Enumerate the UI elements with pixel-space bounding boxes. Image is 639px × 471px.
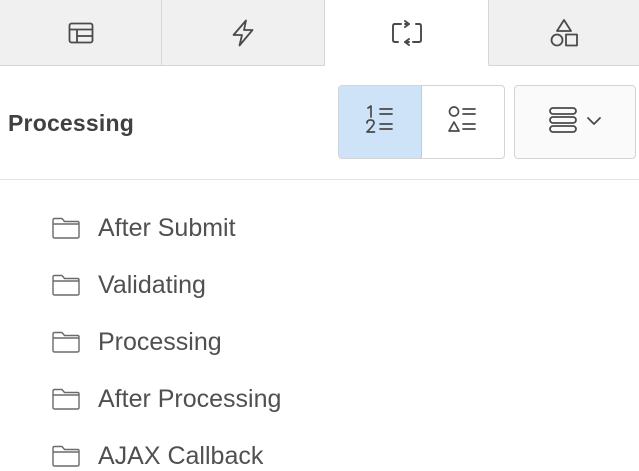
tree-node-label: After Submit xyxy=(98,213,236,242)
tab-layout[interactable] xyxy=(0,0,162,66)
shapes-icon xyxy=(549,18,579,48)
tab-processing[interactable] xyxy=(325,0,489,66)
folder-icon xyxy=(52,388,80,410)
processing-tree: After Submit Validating Processing After… xyxy=(0,181,639,471)
folder-icon xyxy=(52,331,80,353)
tab-dynamic-actions[interactable] xyxy=(162,0,325,66)
process-arrows-icon xyxy=(390,19,424,46)
toolbar: Processing xyxy=(0,66,639,180)
shape-list-icon xyxy=(446,103,480,142)
chevron-down-icon xyxy=(586,113,602,131)
page-title: Processing xyxy=(8,110,134,136)
lightning-icon xyxy=(230,19,256,47)
tree-node-label: After Processing xyxy=(98,384,282,413)
processing-panel: Processing After Submit Validating Proce… xyxy=(0,0,639,471)
tree-node-label: Processing xyxy=(98,327,222,356)
numbered-list-icon xyxy=(363,103,397,142)
tree-node-validating[interactable]: Validating xyxy=(52,265,206,305)
tree-node-processing[interactable]: Processing xyxy=(52,322,222,362)
folder-icon xyxy=(52,445,80,467)
tab-bar xyxy=(0,0,639,66)
view-toggle-group xyxy=(338,85,505,159)
display-menu-button[interactable] xyxy=(514,85,636,159)
folder-icon xyxy=(52,274,80,296)
tree-node-ajax-callback[interactable]: AJAX Callback xyxy=(52,436,263,471)
tree-node-after-submit[interactable]: After Submit xyxy=(52,208,236,248)
folder-icon xyxy=(52,217,80,239)
layout-icon xyxy=(68,22,94,44)
tree-node-label: Validating xyxy=(98,270,206,299)
stack-menu-icon xyxy=(548,105,578,140)
tree-node-after-processing[interactable]: After Processing xyxy=(52,379,281,419)
view-by-sequence-button[interactable] xyxy=(339,86,422,158)
tab-shared-components[interactable] xyxy=(489,0,639,66)
view-by-type-button[interactable] xyxy=(422,86,504,158)
tree-node-label: AJAX Callback xyxy=(98,441,264,470)
